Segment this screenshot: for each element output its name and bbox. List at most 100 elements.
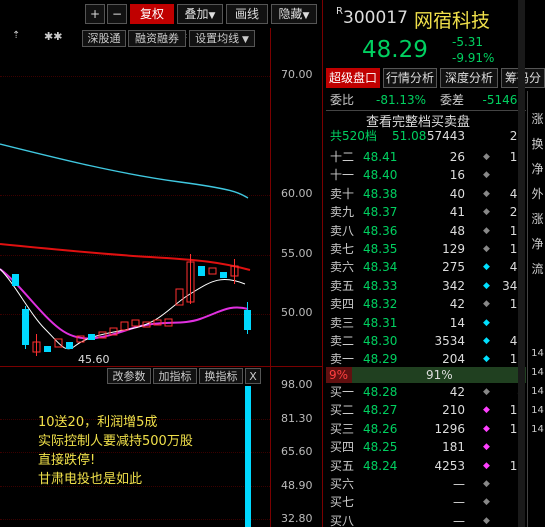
price-change: -5.31 — [452, 35, 484, 49]
chevron-down-icon: ▼ — [302, 11, 310, 21]
ask-row[interactable]: 卖九48.3741◆21 — [330, 203, 525, 221]
price-tick: 55.00 — [281, 247, 313, 260]
ask-row[interactable]: 卖十48.3840◆40 — [330, 185, 525, 203]
ask-row[interactable]: 卖一48.29204◆11 — [330, 350, 525, 368]
ask-label: 卖二 — [330, 334, 355, 348]
diamond-icon: ◆ — [483, 262, 490, 273]
ask-volume: 42 — [449, 297, 465, 312]
chevron-down-icon: ▼ — [208, 11, 216, 21]
tab-depth-analysis[interactable]: 深度分析 — [440, 68, 498, 88]
change-params-button[interactable]: 改参数 — [107, 368, 151, 384]
ma-line-red — [0, 243, 251, 271]
ask-volume: 129 — [442, 242, 465, 256]
bid-row[interactable]: 买七—◆0 — [330, 493, 525, 511]
total-vol: 57443 — [426, 129, 465, 143]
annotation-line: 甘肃电投也是如此 — [38, 472, 143, 487]
candle — [44, 346, 51, 352]
ask-volume: 16 — [449, 168, 465, 183]
ask-price: 48.29 — [363, 352, 398, 367]
candle — [88, 334, 95, 340]
indicator-bar — [245, 386, 251, 527]
bid-volume: 181 — [442, 440, 465, 455]
ma-line-cyan — [0, 143, 249, 199]
overlay-button[interactable]: 叠加▼ — [177, 4, 223, 24]
indicator-tick: 32.80 — [281, 512, 313, 525]
annotation-text: 10送20，利润增5成 实际控制人要减持500万股 直接跌停! 甘肃电投也是如此 — [38, 413, 193, 489]
ask-price: 48.34 — [363, 260, 398, 275]
ask-volume: 275 — [442, 260, 465, 275]
scrollbar[interactable] — [518, 0, 525, 527]
candle — [175, 288, 184, 306]
side-label: 换 — [531, 137, 544, 151]
ask-price: 48.37 — [363, 205, 398, 220]
diamond-icon: ◆ — [483, 244, 490, 254]
annotation-line: 直接跌停! — [38, 453, 96, 468]
bid-label: 买六 — [330, 477, 355, 491]
draw-line-button[interactable]: 画线 — [226, 4, 268, 24]
bid-label: 买一 — [330, 385, 355, 399]
weibi-value: -81.13% — [376, 93, 427, 107]
ask-row[interactable]: 十一48.4016◆5 — [330, 166, 525, 184]
ask-row[interactable]: 卖八48.3648◆16 — [330, 222, 525, 240]
diamond-icon: ◆ — [483, 423, 490, 434]
switch-indicator-button[interactable]: 换指标 — [199, 368, 243, 384]
bid-row[interactable]: 买一48.2842◆4 — [330, 383, 525, 401]
diamond-icon: ◆ — [483, 299, 490, 310]
add-indicator-button[interactable]: 加指标 — [153, 368, 197, 384]
diamond-icon: ◆ — [483, 280, 490, 291]
bid-price: 48.25 — [363, 440, 398, 455]
candlestick-chart[interactable] — [0, 44, 270, 366]
ask-price: 48.36 — [363, 223, 398, 238]
bid-row[interactable]: 买二48.27210◆12 — [330, 401, 525, 419]
ask-row[interactable]: 卖六48.34275◆46 — [330, 258, 525, 276]
price-tick: 60.00 — [281, 187, 313, 200]
ask-row[interactable]: 卖五 48.33 342 ◆ 342 — [330, 277, 525, 295]
bid-row[interactable]: 买五48.244253◆11 — [330, 457, 525, 475]
price-tick: 50.00 — [281, 306, 313, 319]
candle — [131, 319, 140, 327]
fuquan-button[interactable]: 复权 — [130, 4, 174, 24]
ask-row[interactable]: 卖二48.303534◆44 — [330, 332, 525, 350]
tab-market-analysis[interactable]: 行情分析 — [383, 68, 437, 88]
side-label: 涨 — [531, 212, 544, 226]
ask-row[interactable]: 卖七48.35129◆18 — [330, 240, 525, 258]
ask-price: 48.32 — [363, 297, 398, 312]
candle — [12, 274, 19, 286]
indicator-axis: 98.00 81.30 65.60 48.90 32.80 — [270, 366, 322, 527]
side-label: 净 — [531, 237, 544, 251]
bid-price: 48.26 — [363, 421, 398, 436]
tab-super-book[interactable]: 超级盘口 — [326, 68, 380, 88]
zoom-out-button[interactable]: − — [107, 4, 127, 24]
ask-row[interactable]: 十二48.4126◆13 — [330, 148, 525, 166]
bid-row[interactable]: 买三48.261296◆10 — [330, 420, 525, 438]
side-label: 流 — [531, 262, 544, 276]
ask-row[interactable]: 卖四48.3242◆14 — [330, 295, 525, 313]
event-marker[interactable]: ⇡ — [12, 30, 20, 41]
annotation-line: 10送20，利润增5成 — [38, 415, 158, 430]
candle — [198, 266, 205, 276]
ask-label: 卖八 — [330, 223, 355, 238]
ask-price: 48.30 — [363, 334, 398, 348]
zoom-in-button[interactable]: + — [85, 4, 105, 24]
star-marker[interactable]: ✱✱ — [44, 30, 62, 43]
ask-label: 卖三 — [330, 315, 355, 330]
bid-row[interactable]: 买六—◆0 — [330, 475, 525, 493]
ask-label: 卖一 — [330, 352, 355, 367]
kline-chart-area[interactable]: + − 复权 叠加▼ 画线 隐藏▼ ⇡ ✱✱ ✱ ✱ ⇡ 深股通 融资融券 设置… — [0, 0, 322, 527]
bid-price: 48.24 — [363, 458, 398, 473]
price-change-pct: -9.91% — [452, 51, 495, 65]
bid-row[interactable]: 买八—◆0 — [330, 512, 525, 527]
bid-volume: 4253 — [434, 458, 465, 473]
indicator-tick: 48.90 — [281, 479, 313, 492]
current-price: 48.29 — [362, 37, 428, 63]
hide-button[interactable]: 隐藏▼ — [271, 4, 317, 24]
diamond-icon: ◆ — [483, 442, 490, 453]
bid-label: 买五 — [330, 458, 355, 473]
diamond-icon: ◆ — [483, 225, 490, 236]
bid-row[interactable]: 买四48.25181◆6 — [330, 438, 525, 456]
indicator-tick: 81.30 — [281, 412, 313, 425]
candle — [66, 342, 73, 349]
ask-price: 48.38 — [363, 186, 398, 201]
ask-row[interactable]: 卖三48.3114◆7 — [330, 314, 525, 332]
close-icon[interactable]: X — [245, 368, 261, 384]
